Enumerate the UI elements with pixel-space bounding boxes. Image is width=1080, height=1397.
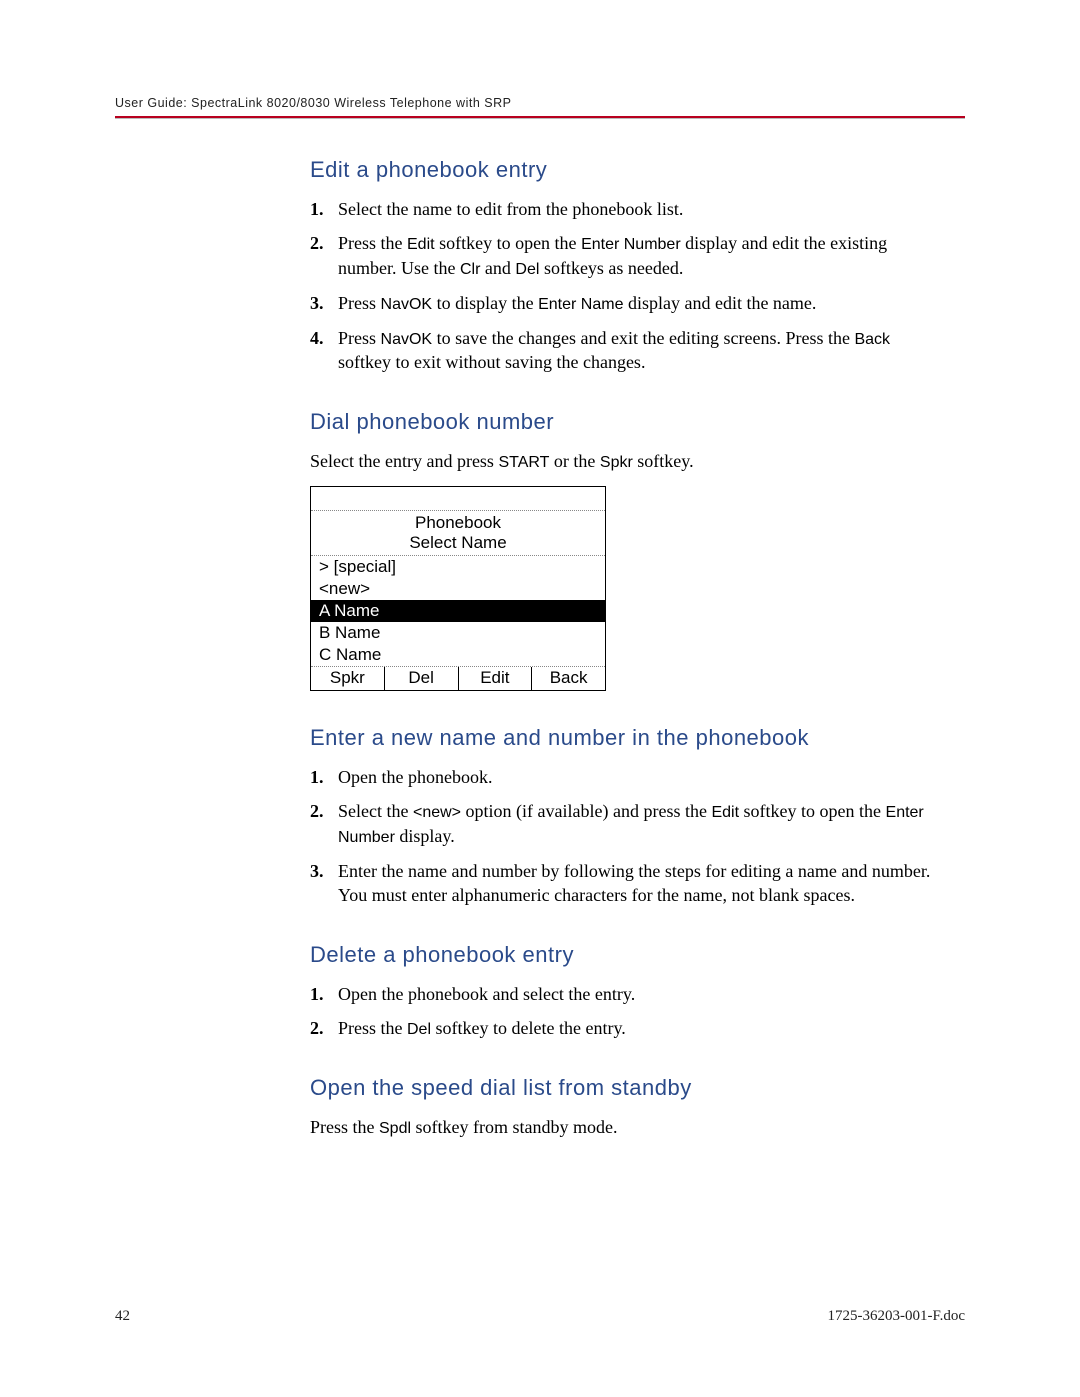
ui-enter-number: Enter Number <box>581 236 681 253</box>
heading-delete-entry: Delete a phonebook entry <box>310 942 945 968</box>
phone-screen-illustration: Phonebook Select Name > [special] <new> … <box>310 486 606 691</box>
document-id: 1725-36203-001-F.doc <box>827 1308 965 1325</box>
heading-dial-phonebook: Dial phonebook number <box>310 409 945 435</box>
ui-navok: NavOK <box>381 331 433 348</box>
page-footer: 42 1725-36203-001-F.doc <box>115 1308 965 1325</box>
phone-row-special: > [special] <box>311 556 605 578</box>
ui-edit-softkey: Edit <box>711 804 739 821</box>
phone-title: Phonebook <box>311 511 605 533</box>
main-content: Edit a phonebook entry Select the name t… <box>310 157 945 1140</box>
edit-step-2: Press the Edit softkey to open the Enter… <box>310 231 945 281</box>
ui-enter-name: Enter Name <box>538 296 623 313</box>
page-number: 42 <box>115 1308 130 1325</box>
delete-step-1: Open the phonebook and select the entry. <box>310 982 945 1006</box>
phone-row-c-name: C Name <box>311 644 605 667</box>
phone-row-b-name: B Name <box>311 622 605 644</box>
enter-step-2: Select the <new> option (if available) a… <box>310 799 945 849</box>
ui-navok: NavOK <box>381 296 433 313</box>
ui-del-softkey: Del <box>515 261 539 278</box>
dial-body: Select the entry and press START or the … <box>310 449 945 474</box>
phone-status-bar <box>311 487 605 511</box>
edit-steps-list: Select the name to edit from the phonebo… <box>310 197 945 375</box>
phone-row-new: <new> <box>311 578 605 600</box>
phone-softkey-spkr: Spkr <box>311 667 385 690</box>
phone-softkey-back: Back <box>532 667 605 690</box>
header-text: User Guide: SpectraLink 8020/8030 Wirele… <box>115 96 965 110</box>
phone-softkey-row: Spkr Del Edit Back <box>311 667 605 690</box>
enter-step-1: Open the phonebook. <box>310 765 945 789</box>
edit-step-4: Press NavOK to save the changes and exit… <box>310 326 945 375</box>
heading-enter-new: Enter a new name and number in the phone… <box>310 725 945 751</box>
ui-spdl-softkey: Spdl <box>379 1120 411 1137</box>
phone-row-a-name-selected: A Name <box>311 600 605 622</box>
ui-edit-softkey: Edit <box>407 236 435 253</box>
delete-steps-list: Open the phonebook and select the entry.… <box>310 982 945 1041</box>
header-rule <box>115 116 965 119</box>
phone-subtitle: Select Name <box>311 533 605 556</box>
ui-clr-softkey: Clr <box>460 261 480 278</box>
speed-body: Press the Spdl softkey from standby mode… <box>310 1115 945 1140</box>
ui-spkr-softkey: Spkr <box>600 454 633 471</box>
phone-softkey-del: Del <box>385 667 459 690</box>
phone-softkey-edit: Edit <box>459 667 533 690</box>
ui-new-option: <new> <box>413 804 461 821</box>
ui-start-key: START <box>498 454 549 471</box>
edit-step-1: Select the name to edit from the phonebo… <box>310 197 945 221</box>
heading-edit-phonebook: Edit a phonebook entry <box>310 157 945 183</box>
delete-step-2: Press the Del softkey to delete the entr… <box>310 1016 945 1041</box>
enter-steps-list: Open the phonebook. Select the <new> opt… <box>310 765 945 908</box>
edit-step-3: Press NavOK to display the Enter Name di… <box>310 291 945 316</box>
heading-speed-dial: Open the speed dial list from standby <box>310 1075 945 1101</box>
ui-back-softkey: Back <box>854 331 890 348</box>
ui-del-softkey: Del <box>407 1021 431 1038</box>
enter-step-3: Enter the name and number by following t… <box>310 859 945 908</box>
